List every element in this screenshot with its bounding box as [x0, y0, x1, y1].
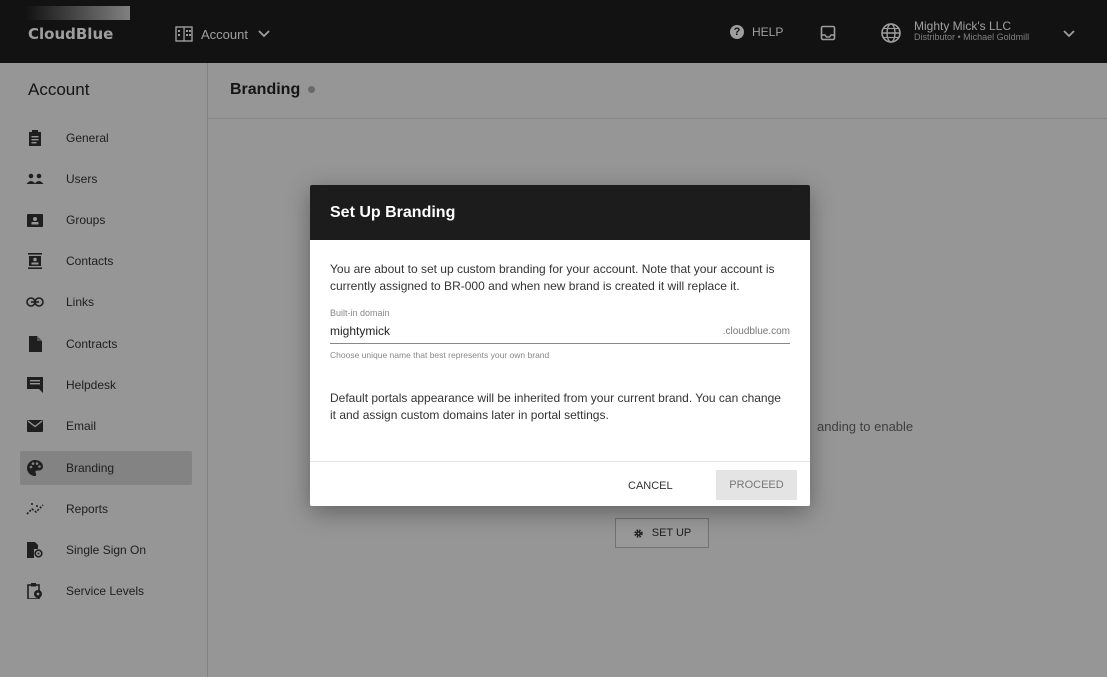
- built-in-domain-input[interactable]: mightymick .cloudblue.com: [330, 321, 790, 344]
- built-in-domain-hint: Choose unique name that best represents …: [330, 350, 550, 360]
- dialog-footer: CANCEL PROCEED: [310, 461, 810, 506]
- built-in-domain-label: Built-in domain: [330, 308, 390, 318]
- proceed-button[interactable]: PROCEED: [716, 470, 797, 500]
- built-in-domain-value: mightymick: [330, 324, 391, 338]
- domain-suffix: .cloudblue.com: [722, 326, 790, 337]
- dialog-note-text: Default portals appearance will be inher…: [330, 391, 781, 422]
- dialog-body: You are about to set up custom branding …: [330, 261, 790, 422]
- built-in-domain-field: Built-in domain mightymick .cloudblue.co…: [330, 308, 790, 360]
- setup-branding-dialog: Set Up Branding You are about to set up …: [310, 185, 810, 506]
- dialog-header: Set Up Branding: [310, 185, 810, 240]
- cancel-button[interactable]: CANCEL: [628, 480, 673, 492]
- dialog-title: Set Up Branding: [330, 204, 456, 221]
- dialog-intro-text: You are about to set up custom branding …: [330, 262, 775, 293]
